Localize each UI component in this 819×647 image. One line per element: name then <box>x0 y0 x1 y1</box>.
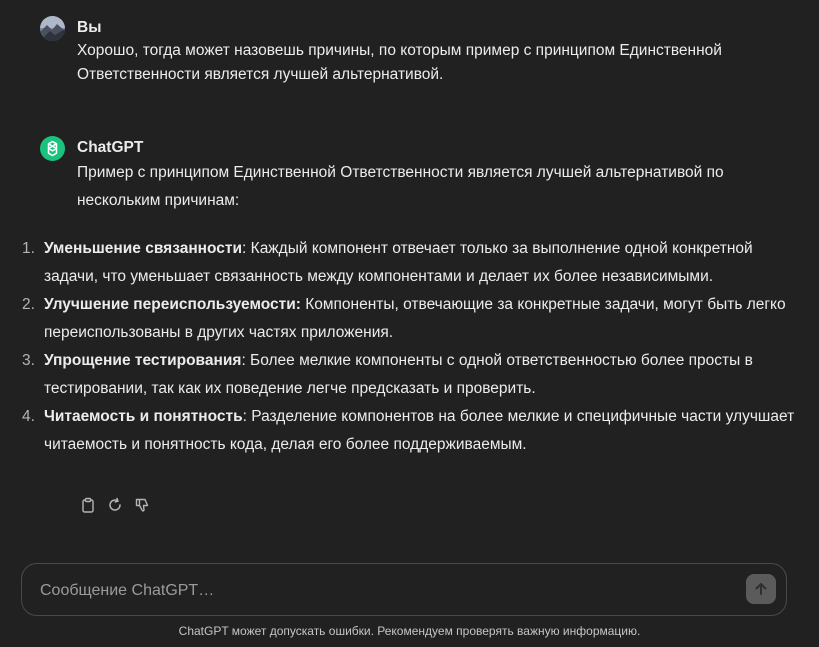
list-item-number: 4. <box>22 408 35 425</box>
copy-icon <box>81 497 94 513</box>
reasons-list: 1. Уменьшение связанности: Каждый компон… <box>22 235 799 459</box>
openai-logo-icon <box>47 140 58 157</box>
list-item-number: 1. <box>22 240 35 257</box>
thumbs-down-button[interactable] <box>132 495 151 514</box>
arrow-up-icon <box>755 583 767 595</box>
message-input[interactable] <box>38 578 722 604</box>
regenerate-icon <box>108 497 121 511</box>
list-item-title: Улучшение переиспользуемости: <box>44 296 301 313</box>
message-actions <box>78 495 151 514</box>
list-item-title: Читаемость и понятность <box>44 408 243 425</box>
copy-button[interactable] <box>78 495 97 514</box>
regenerate-button[interactable] <box>105 495 124 514</box>
disclaimer-text: ChatGPT может допускать ошибки. Рекоменд… <box>178 624 641 638</box>
user-message: Вы Хорошо, тогда может назовешь причины,… <box>40 16 799 96</box>
user-message-text: Хорошо, тогда может назовешь причины, по… <box>77 42 722 83</box>
list-item: 4. Читаемость и понятность: Разделение к… <box>22 403 799 459</box>
message-composer <box>21 563 787 616</box>
list-item: 3. Упрощение тестирования: Более мелкие … <box>22 347 799 403</box>
list-item-number: 2. <box>22 296 35 313</box>
thumbs-down-icon <box>135 498 148 512</box>
list-item-title: Упрощение тестирования <box>44 352 242 369</box>
assistant-intro-text: Пример с принципом Единственной Ответств… <box>77 164 724 209</box>
list-item: 1. Уменьшение связанности: Каждый компон… <box>22 235 799 291</box>
send-button[interactable] <box>746 574 776 604</box>
list-item: 2. Улучшение переиспользуемости: Компоне… <box>22 291 799 347</box>
user-author-name: Вы <box>77 19 102 36</box>
user-avatar <box>40 16 65 41</box>
list-item-title: Уменьшение связанности <box>44 240 243 257</box>
chatgpt-avatar <box>40 136 65 161</box>
list-item-number: 3. <box>22 352 35 369</box>
assistant-author-name: ChatGPT <box>77 139 144 156</box>
